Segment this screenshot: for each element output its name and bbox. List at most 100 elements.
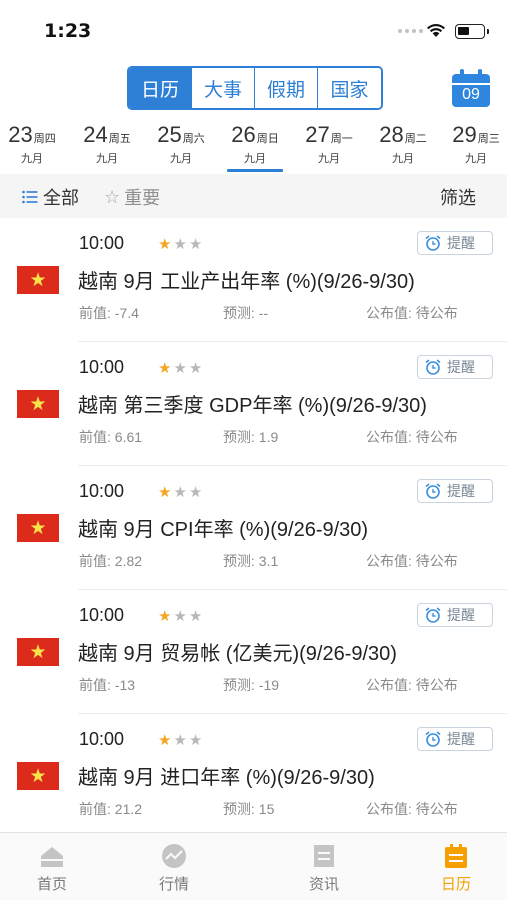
remind-label: 提醒 <box>447 608 475 624</box>
date-item[interactable]: 25周六 九月 <box>145 122 217 166</box>
date-number: 27 <box>305 122 330 147</box>
remind-button[interactable]: 提醒 <box>417 355 493 379</box>
filter-important-label: 重要 <box>124 188 161 209</box>
event-title: 越南 第三季度 GDP年率 (%)(9/26-9/30) <box>78 395 427 417</box>
date-weekday: 周三 <box>477 132 500 145</box>
star-filled-icon: ★ <box>158 235 172 253</box>
actual-value: 公布值: 待公布 <box>366 801 458 817</box>
star-empty-icon: ★ <box>173 483 187 501</box>
date-weekday: 周五 <box>108 132 131 145</box>
vietnam-flag-icon: ★ <box>17 266 59 294</box>
list-item[interactable]: 10:00 ★ ★ ★ 提醒 ★ 越南 9月 贸易帐 (亿美元)(9/26-9/30… <box>0 590 507 714</box>
filter-button[interactable]: 筛选 <box>440 184 476 210</box>
news-icon <box>311 843 337 869</box>
previous-value: 前值: -13 <box>79 677 136 693</box>
filter-all-button[interactable]: 全部 <box>22 184 79 210</box>
date-strip: 23周四 九月 24周五 九月 25周六 九月 26周日 九月 27周一 九月 … <box>0 118 507 174</box>
vietnam-flag-icon: ★ <box>17 638 59 666</box>
date-month: 九月 <box>465 152 487 165</box>
event-title: 越南 9月 CPI年率 (%)(9/26-9/30) <box>78 519 369 541</box>
alarm-clock-icon <box>425 731 441 747</box>
star-empty-icon: ★ <box>173 235 187 253</box>
tab-home[interactable]: 首页 <box>2 843 102 894</box>
list-item[interactable]: 10:00 ★ ★ ★ 提醒 ★ 越南 9月 进口年率 (%)(9/26-9/30)… <box>0 714 507 838</box>
alarm-clock-icon <box>425 483 441 499</box>
star-empty-icon: ★ <box>188 607 203 625</box>
remind-button[interactable]: 提醒 <box>417 603 493 627</box>
date-month: 九月 <box>96 152 118 165</box>
list-item[interactable]: 10:00 ★ ★ ★ 提醒 ★ 越南 9月 工业产出年率 (%)(9/26-9/3… <box>0 218 507 342</box>
date-number: 28 <box>379 122 404 147</box>
date-number: 25 <box>157 122 182 147</box>
tab-calendar[interactable]: 日历 <box>406 843 506 894</box>
date-number: 26 <box>231 122 256 147</box>
date-month: 九月 <box>170 152 192 165</box>
date-month: 九月 <box>318 152 340 165</box>
date-item[interactable]: 29周三 九月 <box>440 122 507 166</box>
tab-market[interactable]: 行情 <box>124 843 224 894</box>
date-number: 29 <box>452 122 477 147</box>
wifi-icon <box>427 24 445 37</box>
importance-stars: ★ ★ ★ <box>158 732 202 748</box>
star-empty-icon: ★ <box>173 731 187 749</box>
remind-button[interactable]: 提醒 <box>417 727 493 751</box>
vietnam-flag-icon: ★ <box>17 762 59 790</box>
tab-news[interactable]: 资讯 <box>274 843 374 894</box>
star-outline-icon: ☆ <box>104 186 121 208</box>
top-bar: 日历 大事 假期 国家 09 <box>0 60 507 118</box>
segment-calendar[interactable]: 日历 <box>129 68 192 108</box>
forecast-value: 预测: -19 <box>223 677 280 693</box>
previous-value: 前值: -7.4 <box>79 305 139 321</box>
vietnam-flag-icon: ★ <box>17 390 59 418</box>
remind-button[interactable]: 提醒 <box>417 231 493 255</box>
bottom-tab-bar: 首页 行情 资讯 日历 <box>0 832 507 900</box>
calendar-picker-button[interactable]: 09 <box>452 68 490 108</box>
alarm-clock-icon <box>425 359 441 375</box>
remind-label: 提醒 <box>447 236 475 252</box>
event-title: 越南 9月 工业产出年率 (%)(9/26-9/30) <box>78 271 415 293</box>
star-empty-icon: ★ <box>173 607 187 625</box>
battery-icon <box>455 24 489 39</box>
forecast-value: 预测: 15 <box>223 801 275 817</box>
segment-events[interactable]: 大事 <box>192 68 255 108</box>
date-month: 九月 <box>392 152 414 165</box>
event-time: 10:00 <box>79 233 125 253</box>
status-time: 1:23 <box>44 20 92 42</box>
importance-stars: ★ ★ ★ <box>158 484 202 500</box>
date-item-selected[interactable]: 26周日 九月 <box>219 122 291 172</box>
list-item[interactable]: 10:00 ★ ★ ★ 提醒 ★ 越南 9月 CPI年率 (%)(9/26-9/30… <box>0 466 507 590</box>
event-title: 越南 9月 进口年率 (%)(9/26-9/30) <box>78 767 375 789</box>
tab-home-label: 首页 <box>36 875 67 893</box>
segment-holidays[interactable]: 假期 <box>255 68 318 108</box>
list-icon <box>22 190 38 204</box>
star-empty-icon: ★ <box>188 483 203 501</box>
previous-value: 前值: 2.82 <box>79 553 143 569</box>
selected-date-underline <box>227 169 283 172</box>
segment-countries[interactable]: 国家 <box>318 68 381 108</box>
date-weekday: 周二 <box>404 132 427 145</box>
date-item[interactable]: 24周五 九月 <box>71 122 143 166</box>
remind-label: 提醒 <box>447 484 475 500</box>
star-filled-icon: ★ <box>158 359 172 377</box>
importance-stars: ★ ★ ★ <box>158 360 202 376</box>
date-item[interactable]: 23周四 九月 <box>0 122 68 166</box>
star-filled-icon: ★ <box>158 731 172 749</box>
actual-value: 公布值: 待公布 <box>366 553 458 569</box>
calendar-picker-day: 09 <box>462 86 480 103</box>
star-empty-icon: ★ <box>188 731 203 749</box>
date-item[interactable]: 28周二 九月 <box>367 122 439 166</box>
calendar-icon <box>443 843 469 869</box>
date-item[interactable]: 27周一 九月 <box>293 122 365 166</box>
date-weekday: 周一 <box>330 132 353 145</box>
forecast-value: 预测: -- <box>223 305 269 321</box>
remind-button[interactable]: 提醒 <box>417 479 493 503</box>
filter-bar: 全部 ☆ 重要 筛选 <box>0 174 507 218</box>
date-number: 23 <box>8 122 33 147</box>
list-item[interactable]: 10:00 ★ ★ ★ 提醒 ★ 越南 第三季度 GDP年率 (%)(9/26-9/… <box>0 342 507 466</box>
home-icon <box>39 843 65 869</box>
star-filled-icon: ★ <box>158 607 172 625</box>
event-time: 10:00 <box>79 605 125 625</box>
event-title: 越南 9月 贸易帐 (亿美元)(9/26-9/30) <box>78 643 397 665</box>
filter-important-button[interactable]: ☆ 重要 <box>104 184 160 210</box>
actual-value: 公布值: 待公布 <box>366 677 458 693</box>
